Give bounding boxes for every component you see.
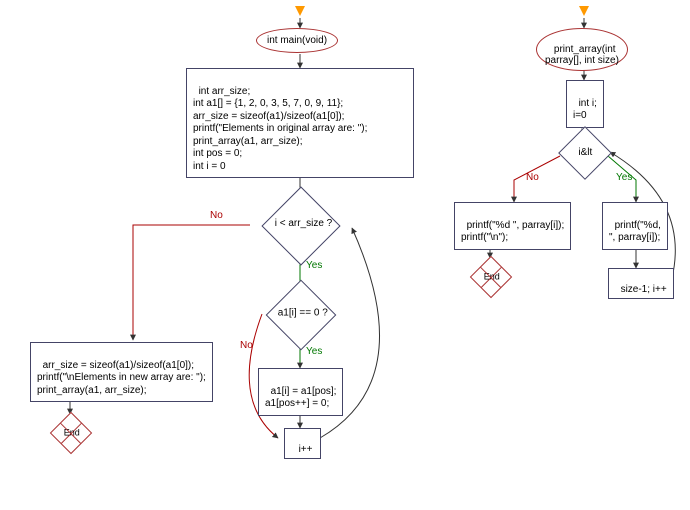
print-end-label: End — [482, 271, 502, 281]
cond1-yes-label: Yes — [306, 260, 322, 271]
print-inc-text: size-1; i++ — [621, 284, 667, 295]
cond-ilt: i&lt — [558, 126, 612, 180]
cond-arrsize: i < arr_size ? — [261, 186, 340, 265]
cond2-no-label: No — [240, 340, 253, 351]
print-yes-box: printf("%d, ", parray[i]); — [602, 202, 668, 250]
cond-zero: a1[i] == 0 ? — [266, 280, 337, 351]
print-start-label: print_array(int parray[], int size) — [545, 44, 619, 66]
main-init-box: int arr_size; int a1[] = {1, 2, 0, 3, 5,… — [186, 68, 414, 178]
cond-arrsize-label: i < arr_size ? — [264, 218, 342, 229]
main-start-label: int main(void) — [267, 35, 327, 46]
print-end-node: End — [470, 256, 512, 298]
inc-i-text: i++ — [299, 444, 313, 455]
print-no-box: printf("%d ", parray[i]); printf("\n"); — [454, 202, 571, 250]
print-start-node: print_array(int parray[], int size) — [536, 28, 628, 71]
condr-yes-label: Yes — [616, 172, 632, 183]
final-text: arr_size = sizeof(a1)/sizeof(a1[0]); pri… — [37, 360, 206, 396]
final-box: arr_size = sizeof(a1)/sizeof(a1[0]); pri… — [30, 342, 213, 402]
entry-arrow-right — [579, 6, 589, 16]
cond2-yes-label: Yes — [306, 346, 322, 357]
cond1-no-label: No — [210, 210, 223, 221]
inc-i-box: i++ — [284, 428, 321, 459]
print-inc-box: size-1; i++ — [608, 268, 674, 299]
print-yes-text: printf("%d, ", parray[i]); — [609, 220, 661, 244]
main-init-text: int arr_size; int a1[] = {1, 2, 0, 3, 5,… — [193, 86, 367, 172]
main-end-label: End — [62, 427, 82, 437]
main-start-node: int main(void) — [256, 28, 338, 53]
swap-box: a1[i] = a1[pos]; a1[pos++] = 0; — [258, 368, 343, 416]
swap-text: a1[i] = a1[pos]; a1[pos++] = 0; — [265, 386, 336, 410]
entry-arrow-left — [295, 6, 305, 16]
print-init-text: int i; i=0 — [573, 98, 597, 122]
print-init-box: int i; i=0 — [566, 80, 604, 128]
print-no-text: printf("%d ", parray[i]); printf("\n"); — [461, 220, 564, 244]
condr-no-label: No — [526, 172, 539, 183]
cond-ilt-label: i&lt — [569, 147, 601, 158]
cond-zero-label: a1[i] == 0 ? — [269, 308, 337, 319]
main-end-node: End — [50, 412, 92, 454]
